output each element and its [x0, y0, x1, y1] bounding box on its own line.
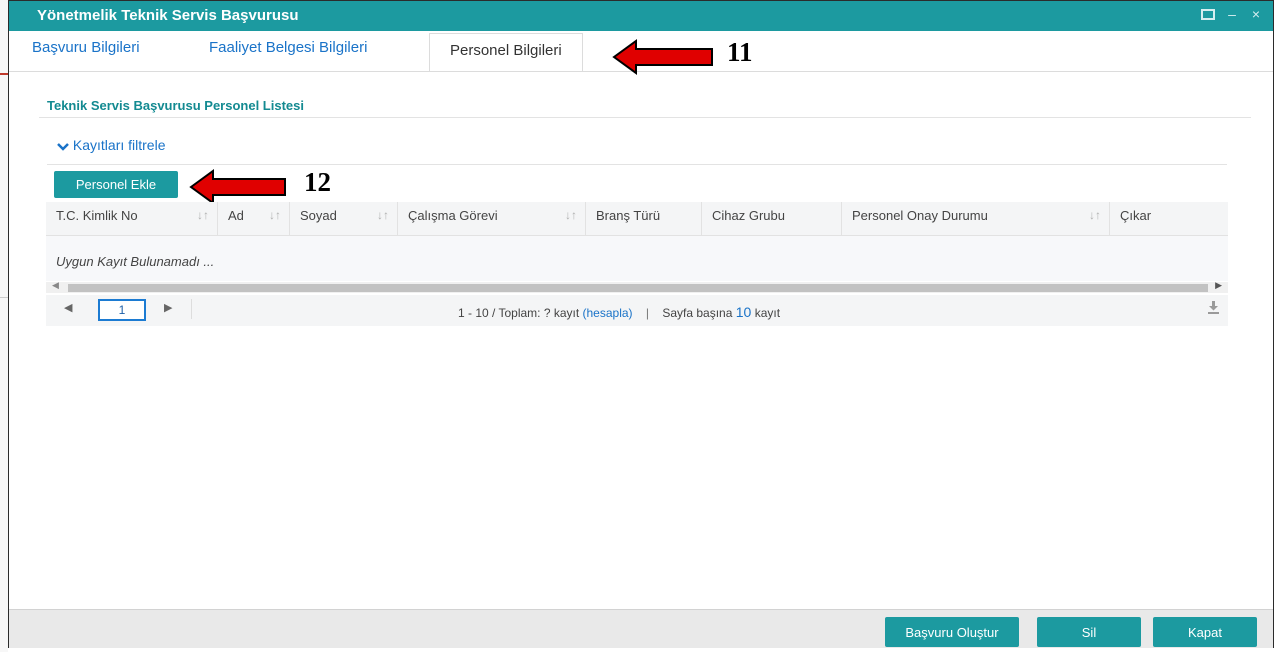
section-divider: [39, 117, 1251, 118]
column-label: Cihaz Grubu: [712, 208, 785, 223]
sort-icon[interactable]: ↓↑: [565, 202, 577, 229]
background-page-edge: [0, 0, 8, 652]
column-header-tc[interactable]: T.C. Kimlik No ↓↑: [46, 202, 218, 235]
maximize-icon[interactable]: [1201, 9, 1215, 20]
section-title: Teknik Servis Başvurusu Personel Listesi: [47, 98, 304, 113]
annotation-number-12: 12: [304, 167, 331, 197]
sort-icon[interactable]: ↓↑: [197, 202, 209, 229]
tab-basvuru-bilgileri[interactable]: Başvuru Bilgileri: [32, 39, 140, 56]
delete-button[interactable]: Sil: [1037, 617, 1141, 647]
pager-separator: |: [645, 306, 650, 320]
column-header-calisma-gorevi[interactable]: Çalışma Görevi ↓↑: [398, 202, 586, 235]
pager-divider: [191, 299, 192, 319]
calculate-link[interactable]: (hesapla): [583, 306, 633, 320]
annotation-number-11: 11: [727, 37, 753, 67]
sort-icon[interactable]: ↓↑: [1089, 202, 1101, 229]
title-bar: Yönetmelik Teknik Servis Başvurusu – ×: [9, 1, 1273, 31]
column-header-soyad[interactable]: Soyad ↓↑: [290, 202, 398, 235]
column-header-cikar[interactable]: Çıkar: [1110, 202, 1228, 235]
column-label: T.C. Kimlik No: [56, 208, 138, 223]
per-page-suffix: kayıt: [754, 306, 781, 320]
per-page-prefix: Sayfa başına: [662, 306, 733, 320]
sort-icon[interactable]: ↓↑: [377, 202, 389, 229]
background-accent-line: [0, 73, 8, 75]
scroll-left-icon[interactable]: ◀: [52, 280, 59, 291]
window-title: Yönetmelik Teknik Servis Başvurusu: [37, 7, 299, 24]
close-icon[interactable]: ×: [1249, 6, 1263, 22]
column-label: Ad: [228, 208, 244, 223]
per-page-select[interactable]: 10: [736, 304, 752, 320]
prev-page-icon[interactable]: ◀: [64, 301, 72, 314]
tab-personel-bilgileri[interactable]: Personel Bilgileri: [429, 33, 583, 71]
record-range: 1 - 10 / Toplam: ? kayıt: [458, 306, 580, 320]
column-header-brans-turu[interactable]: Branş Türü: [586, 202, 702, 235]
page-number-input[interactable]: 1: [98, 299, 146, 321]
horizontal-scrollbar[interactable]: ◀ ▶: [46, 280, 1228, 293]
minimize-icon[interactable]: –: [1225, 6, 1239, 22]
column-label: Çıkar: [1120, 208, 1152, 223]
column-label: Çalışma Görevi: [408, 208, 498, 223]
footer-bar: Başvuru Oluştur Sil Kapat: [9, 609, 1273, 648]
empty-message: Uygun Kayıt Bulunamadı ...: [56, 254, 215, 269]
window-controls: – ×: [1201, 6, 1263, 22]
pager: ◀ 1 ▶ 1 - 10 / Toplam: ? kayıt (hesapla)…: [46, 295, 1228, 326]
add-personnel-button[interactable]: Personel Ekle: [54, 171, 178, 198]
filter-toggle[interactable]: Kayıtları filtrele: [57, 137, 165, 153]
column-header-onay-durumu[interactable]: Personel Onay Durumu ↓↑: [842, 202, 1110, 235]
table-header: T.C. Kimlik No ↓↑ Ad ↓↑ Soyad ↓↑ Çalışma…: [46, 202, 1228, 236]
personnel-table: T.C. Kimlik No ↓↑ Ad ↓↑ Soyad ↓↑ Çalışma…: [46, 202, 1228, 326]
filter-divider: [47, 164, 1227, 165]
annotation-arrow-11-icon: [612, 39, 713, 75]
filter-label: Kayıtları filtrele: [72, 137, 166, 153]
next-page-icon[interactable]: ▶: [164, 301, 172, 314]
scroll-thumb[interactable]: [68, 284, 1208, 292]
create-application-button[interactable]: Başvuru Oluştur: [885, 617, 1019, 647]
column-label: Soyad: [300, 208, 337, 223]
column-label: Personel Onay Durumu: [852, 208, 988, 223]
column-label: Branş Türü: [596, 208, 661, 223]
download-icon[interactable]: [1207, 301, 1220, 317]
dialog-window: Yönetmelik Teknik Servis Başvurusu – × B…: [8, 0, 1274, 648]
table-body: Uygun Kayıt Bulunamadı ...: [46, 236, 1228, 281]
annotation-arrow-12-icon: [189, 169, 286, 205]
sort-icon[interactable]: ↓↑: [269, 202, 281, 229]
tab-faaliyet-belgesi-bilgileri[interactable]: Faaliyet Belgesi Bilgileri: [209, 39, 367, 56]
column-header-ad[interactable]: Ad ↓↑: [218, 202, 290, 235]
scroll-right-icon[interactable]: ▶: [1215, 280, 1222, 291]
pager-info: 1 - 10 / Toplam: ? kayıt (hesapla) | Say…: [458, 304, 780, 320]
column-header-cihaz-grubu[interactable]: Cihaz Grubu: [702, 202, 842, 235]
background-divider: [0, 297, 8, 298]
close-button[interactable]: Kapat: [1153, 617, 1257, 647]
chevron-down-icon: [57, 137, 73, 153]
